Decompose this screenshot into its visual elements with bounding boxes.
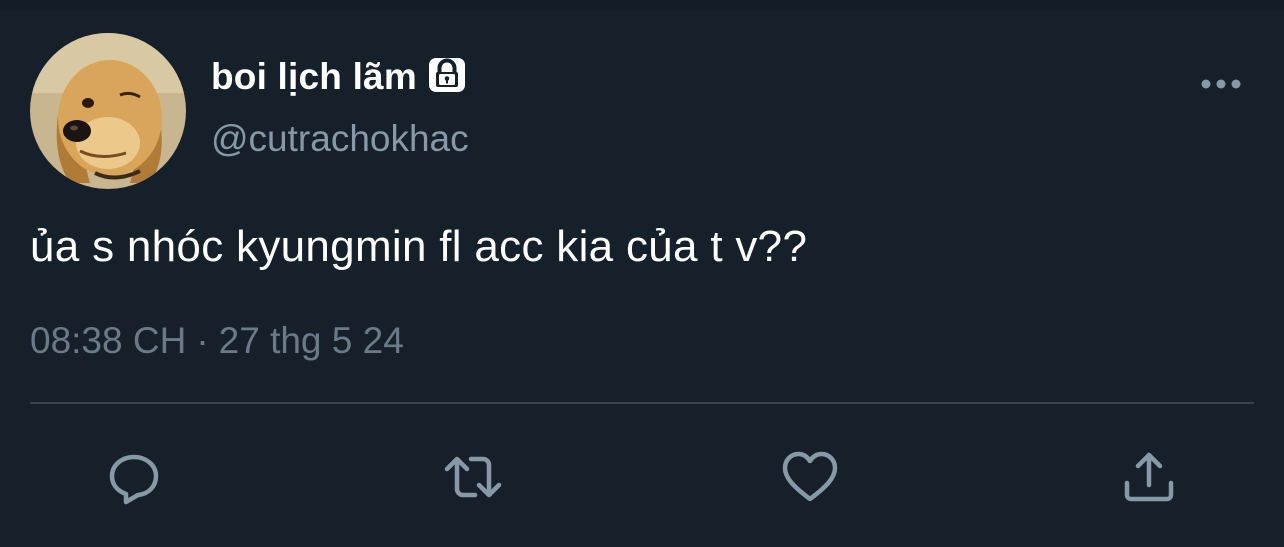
share-icon (1124, 452, 1174, 502)
retweet-icon (444, 456, 502, 498)
golden-retriever-puppy-avatar (30, 33, 186, 189)
display-name[interactable]: boi lịch lãm (211, 56, 417, 98)
timestamp-separator: · (196, 320, 209, 361)
top-edge (0, 0, 1284, 10)
heart-icon (782, 451, 838, 502)
display-name-row[interactable]: boi lịch lãm (211, 52, 467, 102)
tweet-date: 27 thg 5 24 (218, 320, 404, 361)
tweet-time: 08:38 CH (30, 320, 187, 361)
reply-icon (109, 454, 159, 505)
divider (30, 402, 1254, 404)
handle[interactable]: @cutrachokhac (211, 118, 469, 160)
more-options-icon[interactable] (1198, 70, 1244, 98)
lock-icon (427, 54, 467, 94)
timestamp[interactable]: 08:38 CH · 27 thg 5 24 (30, 320, 404, 362)
tweet-text: ủa s nhóc kyungmin fl acc kia của t v?? (30, 222, 808, 271)
like-button[interactable] (778, 445, 842, 509)
reply-button[interactable] (102, 445, 166, 509)
avatar[interactable] (30, 33, 186, 189)
share-button[interactable] (1117, 445, 1181, 509)
retweet-button[interactable] (441, 445, 505, 509)
